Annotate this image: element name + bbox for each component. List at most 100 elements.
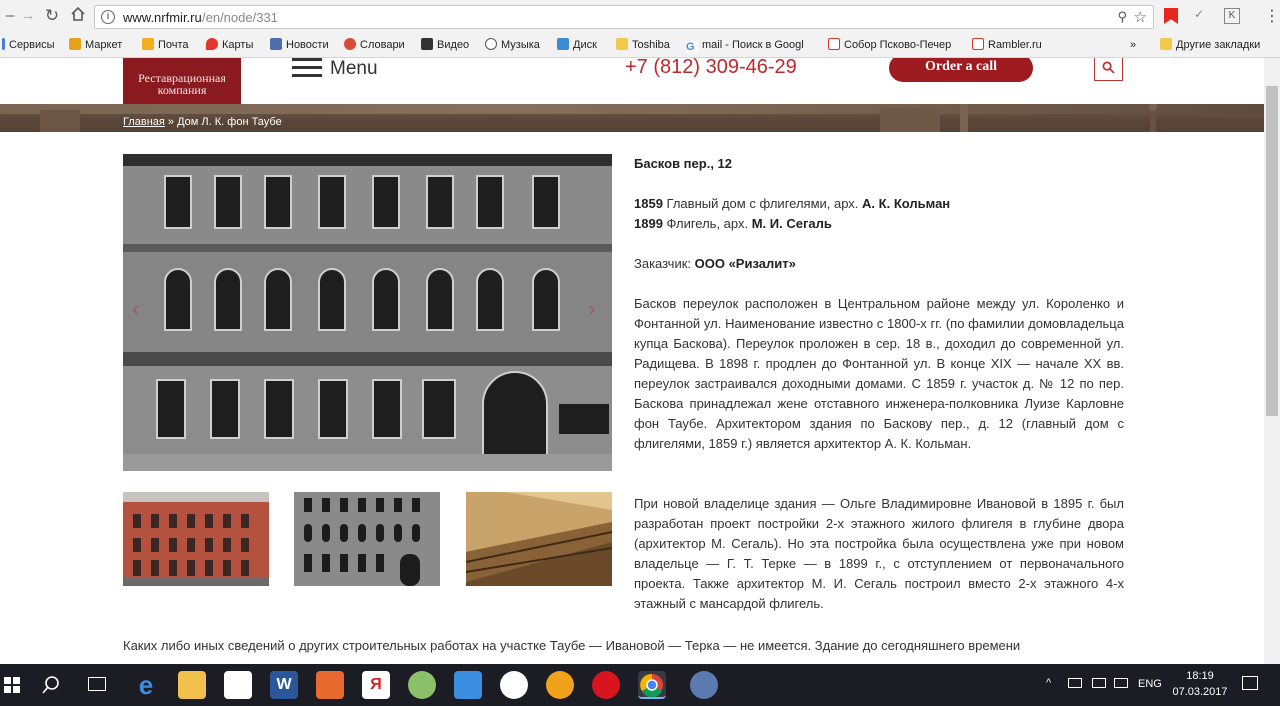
page-scrollbar[interactable] bbox=[1264, 58, 1280, 664]
bookmark-item[interactable]: Почта bbox=[142, 38, 189, 52]
bookmark-item[interactable]: Собор Псково-Печер bbox=[828, 38, 951, 52]
architect-name: А. К. Кольман bbox=[862, 196, 951, 211]
history-line-1859: 1859 Главный дом с флигелями, арх. А. К.… bbox=[634, 194, 950, 214]
home-icon[interactable] bbox=[68, 6, 88, 26]
bookmarks-overflow[interactable]: » bbox=[1130, 38, 1136, 52]
history-text: Главный дом с флигелями, арх. bbox=[662, 196, 863, 211]
extension-icon[interactable]: ✓ bbox=[1194, 7, 1204, 21]
gallery-main-photo[interactable] bbox=[123, 154, 612, 471]
kaspersky-icon[interactable]: K bbox=[1224, 8, 1240, 24]
tray-icon[interactable] bbox=[1068, 678, 1082, 688]
search-icon bbox=[1102, 61, 1115, 74]
gallery-prev-arrow[interactable]: ‹ bbox=[132, 296, 139, 322]
clock-time: 18:19 bbox=[1186, 670, 1214, 682]
customer-name: ООО «Ризалит» bbox=[694, 256, 796, 271]
bookmark-label: Почта bbox=[158, 39, 189, 51]
store-icon[interactable] bbox=[224, 671, 252, 699]
gallery-thumb[interactable] bbox=[466, 492, 612, 586]
gallery-thumb[interactable] bbox=[294, 492, 440, 586]
bookmark-label: Словари bbox=[360, 39, 405, 51]
gallery-next-arrow[interactable]: › bbox=[588, 296, 595, 322]
yandex-browser-icon[interactable]: Я bbox=[362, 671, 390, 699]
menu-dots-icon[interactable]: ⋮ bbox=[1264, 6, 1280, 26]
chrome-icon[interactable] bbox=[638, 671, 666, 699]
opera-icon[interactable] bbox=[592, 671, 620, 699]
gallery-thumb[interactable] bbox=[123, 492, 269, 586]
site-header: Реставрационная компания Menu +7 (812) 3… bbox=[0, 58, 1264, 104]
bookmark-label: Rambler.ru bbox=[988, 39, 1042, 51]
bookmark-item[interactable]: Диск bbox=[557, 38, 597, 52]
notifications-icon[interactable] bbox=[1242, 676, 1258, 690]
app-icon[interactable] bbox=[408, 671, 436, 699]
star-icon[interactable]: ☆ bbox=[1134, 8, 1147, 26]
bookmark-item[interactable]: Rambler.ru bbox=[972, 38, 1042, 52]
speaker-icon[interactable] bbox=[1114, 678, 1128, 688]
zoom-icon[interactable]: ⚲ bbox=[1117, 9, 1127, 25]
tray-icon[interactable] bbox=[1092, 678, 1106, 688]
year: 1859 bbox=[634, 196, 663, 211]
folder-icon bbox=[1160, 38, 1172, 50]
breadcrumb: Главная » Дом Л. К. фон Таубе bbox=[123, 116, 282, 128]
address-bar[interactable]: i www.nrfmir.ru /en/node/331 ⚲ ☆ bbox=[94, 5, 1154, 29]
edge-icon[interactable]: e bbox=[132, 671, 160, 699]
info-icon[interactable]: i bbox=[101, 10, 115, 24]
search-button[interactable] bbox=[1094, 58, 1123, 81]
menu-label[interactable]: Menu bbox=[330, 58, 378, 80]
yandex-icon bbox=[972, 38, 984, 50]
order-call-button[interactable]: Order a call bbox=[889, 58, 1033, 82]
dictionary-icon bbox=[344, 38, 356, 50]
phone-number[interactable]: +7 (812) 309-46-29 bbox=[625, 58, 797, 79]
reload-icon[interactable]: ↻ bbox=[42, 6, 62, 26]
word-icon[interactable]: W bbox=[270, 671, 298, 699]
bookmark-label: Сервисы bbox=[9, 39, 55, 51]
customer-line: Заказчик: ООО «Ризалит» bbox=[634, 254, 796, 274]
breadcrumb-separator: » bbox=[164, 116, 178, 128]
bookmark-item[interactable]: Музыка bbox=[485, 38, 540, 52]
forward-icon[interactable]: → bbox=[18, 6, 38, 26]
bookmark-item[interactable]: Другие закладки bbox=[1160, 38, 1260, 52]
bookmark-item[interactable]: Карты bbox=[206, 38, 253, 52]
architect-name: М. И. Сегаль bbox=[751, 216, 832, 231]
clock-date: 07.03.2017 bbox=[1172, 686, 1228, 698]
app-icon[interactable] bbox=[546, 671, 574, 699]
breadcrumb-current: Дом Л. К. фон Таубе bbox=[177, 116, 282, 128]
yandex-icon[interactable] bbox=[500, 671, 528, 699]
site-logo[interactable]: Реставрационная компания bbox=[123, 58, 241, 104]
file-explorer-icon[interactable] bbox=[178, 671, 206, 699]
tray-chevron-icon[interactable]: ^ bbox=[1046, 677, 1051, 689]
bookmark-item[interactable]: Новости bbox=[270, 38, 329, 52]
bookmark-label: mail - Поиск в Googl bbox=[702, 39, 804, 51]
apps-icon bbox=[2, 38, 5, 50]
scrollbar-thumb[interactable] bbox=[1266, 86, 1278, 416]
mail-icon[interactable] bbox=[454, 671, 482, 699]
market-icon bbox=[69, 38, 81, 50]
bookmark-ext-icon[interactable] bbox=[1164, 8, 1178, 24]
bookmark-item[interactable]: Маркет bbox=[69, 38, 122, 52]
task-view-icon[interactable] bbox=[88, 677, 106, 691]
bookmark-item[interactable]: Сервисы bbox=[2, 38, 55, 52]
logo-line2: компания bbox=[157, 83, 207, 97]
breadcrumb-home-link[interactable]: Главная bbox=[123, 116, 165, 128]
map-pin-icon bbox=[206, 38, 218, 50]
article-paragraph-2: При новой владелице здания — Ольге Влади… bbox=[634, 496, 1124, 611]
customer-label: Заказчик: bbox=[634, 256, 695, 271]
media-player-icon[interactable] bbox=[316, 671, 344, 699]
bookmark-item[interactable]: Видео bbox=[421, 38, 469, 52]
search-icon[interactable] bbox=[42, 676, 60, 699]
web-page: Реставрационная компания Menu +7 (812) 3… bbox=[0, 58, 1264, 664]
bookmark-item[interactable]: Gmail - Поиск в Googl bbox=[686, 38, 804, 53]
url-path: /en/node/331 bbox=[202, 10, 278, 25]
bookmark-label: Карты bbox=[222, 39, 254, 51]
input-language[interactable]: ENG bbox=[1138, 678, 1162, 690]
windows-start-icon[interactable] bbox=[4, 677, 20, 698]
back-icon[interactable]: – bbox=[0, 6, 20, 26]
app-icon[interactable] bbox=[690, 671, 718, 699]
bookmark-item[interactable]: Toshiba bbox=[616, 38, 670, 52]
windows-taskbar: e W Я ^ ENG 18:19 07.03.2017 bbox=[0, 664, 1280, 706]
browser-toolbar: – → ↻ i www.nrfmir.ru /en/node/331 ⚲ ☆ ✓… bbox=[0, 0, 1280, 33]
hamburger-icon[interactable] bbox=[292, 58, 322, 80]
clock[interactable]: 18:19 07.03.2017 bbox=[1170, 668, 1230, 700]
bookmark-item[interactable]: Словари bbox=[344, 38, 405, 52]
news-icon bbox=[270, 38, 282, 50]
disk-icon bbox=[557, 38, 569, 50]
